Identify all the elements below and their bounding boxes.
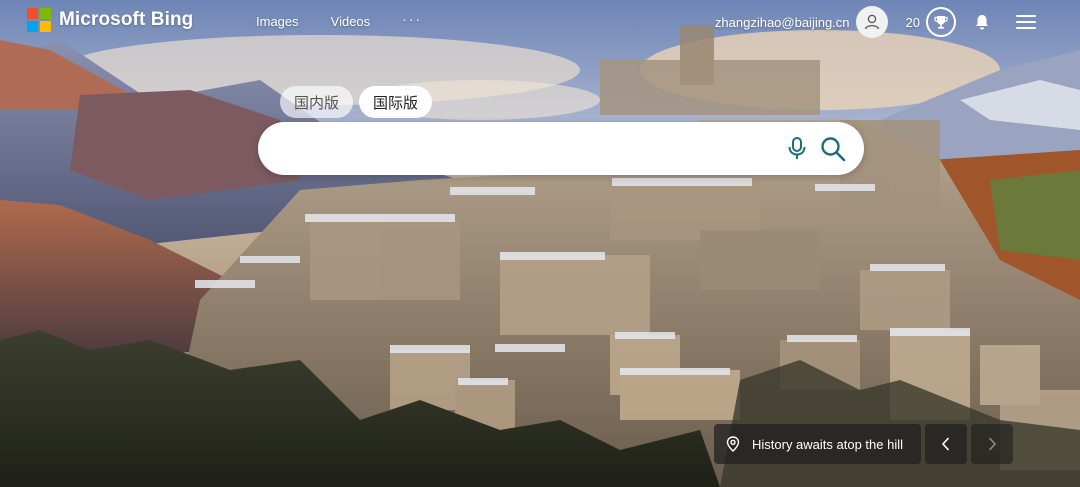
nav-more-button[interactable]: ··· [402, 11, 422, 29]
notifications-button[interactable] [970, 10, 994, 34]
user-controls: zhangzihao@baijing.cn 20 [715, 4, 1080, 40]
background-landscape [0, 0, 1080, 487]
next-image-button[interactable] [971, 424, 1014, 464]
chevron-left-icon [941, 437, 950, 451]
search-button[interactable] [819, 135, 847, 163]
location-pin-icon [726, 436, 740, 452]
brand-name: Microsoft Bing [59, 9, 194, 30]
nav-images[interactable]: Images [256, 14, 299, 29]
search-input[interactable] [282, 132, 782, 165]
bell-icon [976, 15, 988, 30]
trophy-icon [934, 16, 948, 29]
hamburger-icon [1016, 15, 1036, 29]
top-nav: Images Videos ··· [256, 11, 454, 29]
chevron-right-icon [988, 437, 997, 451]
bing-logo[interactable]: Microsoft Bing [27, 8, 193, 32]
tab-domestic[interactable]: 国内版 [280, 86, 354, 118]
settings-menu-button[interactable] [1014, 10, 1038, 34]
microsoft-logo-icon [27, 8, 51, 32]
user-icon [864, 14, 879, 30]
search-box [258, 122, 864, 175]
tab-international[interactable]: 国际版 [359, 86, 433, 118]
previous-image-button[interactable] [925, 424, 968, 464]
image-caption[interactable]: History awaits atop the hill [714, 424, 922, 464]
rewards-points[interactable]: 20 [906, 15, 920, 30]
region-toggle: 国内版 国际版 [280, 86, 433, 118]
voice-search-button[interactable] [785, 136, 809, 162]
user-avatar[interactable] [855, 6, 888, 38]
search-icon [821, 137, 846, 162]
microphone-icon [788, 137, 806, 159]
nav-videos[interactable]: Videos [331, 14, 371, 29]
top-header: Microsoft Bing Images Videos ··· zhangzi… [0, 0, 1080, 44]
rewards-button[interactable] [926, 7, 956, 37]
user-email[interactable]: zhangzihao@baijing.cn [715, 15, 850, 30]
caption-text: History awaits atop the hill [752, 436, 904, 452]
background-image [0, 0, 1080, 487]
image-caption-bar: History awaits atop the hill [714, 424, 1014, 464]
